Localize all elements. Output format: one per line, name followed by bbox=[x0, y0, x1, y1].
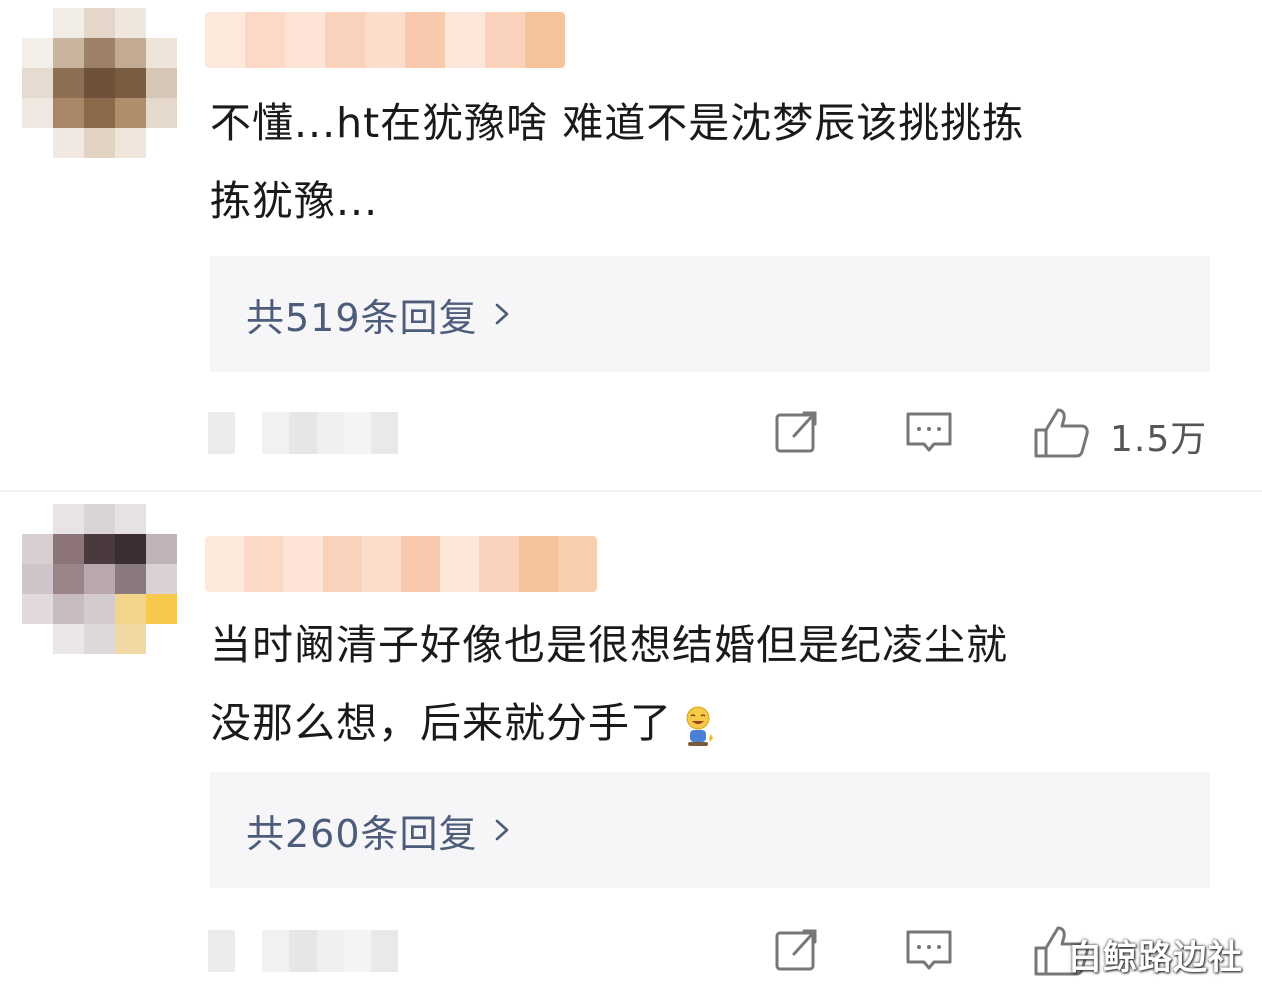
avatar[interactable] bbox=[22, 8, 177, 158]
like-count: 1.5万 bbox=[1110, 419, 1208, 460]
comment-text-line: 不懂...ht在犹豫啥 难道不是沈梦辰该挑挑拣 bbox=[210, 99, 1025, 147]
share-icon[interactable] bbox=[772, 406, 822, 456]
share-icon[interactable] bbox=[772, 924, 822, 974]
action-row: 1.5万 bbox=[0, 404, 1262, 460]
chevron-right-icon bbox=[495, 819, 508, 841]
username[interactable] bbox=[205, 536, 597, 592]
comment-card: 当时阚清子好像也是很想结婚但是纪凌尘就 没那么想，后来就分手了 共260条回复 bbox=[0, 492, 1262, 996]
view-replies-button[interactable]: 共519条回复 bbox=[210, 256, 1210, 372]
chevron-right-icon bbox=[495, 303, 508, 325]
comment-card: 不懂...ht在犹豫啥 难道不是沈梦辰该挑挑拣 拣犹豫... 共519条回复 1… bbox=[0, 0, 1262, 490]
username[interactable] bbox=[205, 12, 565, 68]
comment-text: 当时阚清子好像也是很想结婚但是纪凌尘就 没那么想，后来就分手了 bbox=[210, 606, 1210, 762]
comment-text-line: 拣犹豫... bbox=[210, 177, 379, 225]
comment-icon[interactable] bbox=[904, 406, 954, 456]
replies-label: 共260条回复 bbox=[246, 811, 478, 856]
timestamp bbox=[208, 412, 398, 454]
comment-text: 不懂...ht在犹豫啥 难道不是沈梦辰该挑挑拣 拣犹豫... bbox=[210, 84, 1210, 240]
comment-text-line: 没那么想，后来就分手了 bbox=[210, 684, 1210, 762]
laugh-emoji-icon bbox=[686, 706, 713, 746]
like-icon[interactable] bbox=[1032, 406, 1092, 460]
timestamp bbox=[208, 930, 398, 972]
comment-text-fragment: 没那么想，后来就分手了 bbox=[210, 699, 672, 747]
comment-text-line: 当时阚清子好像也是很想结婚但是纪凌尘就 bbox=[210, 621, 1008, 669]
view-replies-button[interactable]: 共260条回复 bbox=[210, 772, 1210, 888]
replies-label: 共519条回复 bbox=[246, 295, 478, 340]
watermark: 白鲸路边社 bbox=[1068, 938, 1243, 978]
comment-icon[interactable] bbox=[904, 924, 954, 974]
avatar[interactable] bbox=[22, 504, 177, 654]
